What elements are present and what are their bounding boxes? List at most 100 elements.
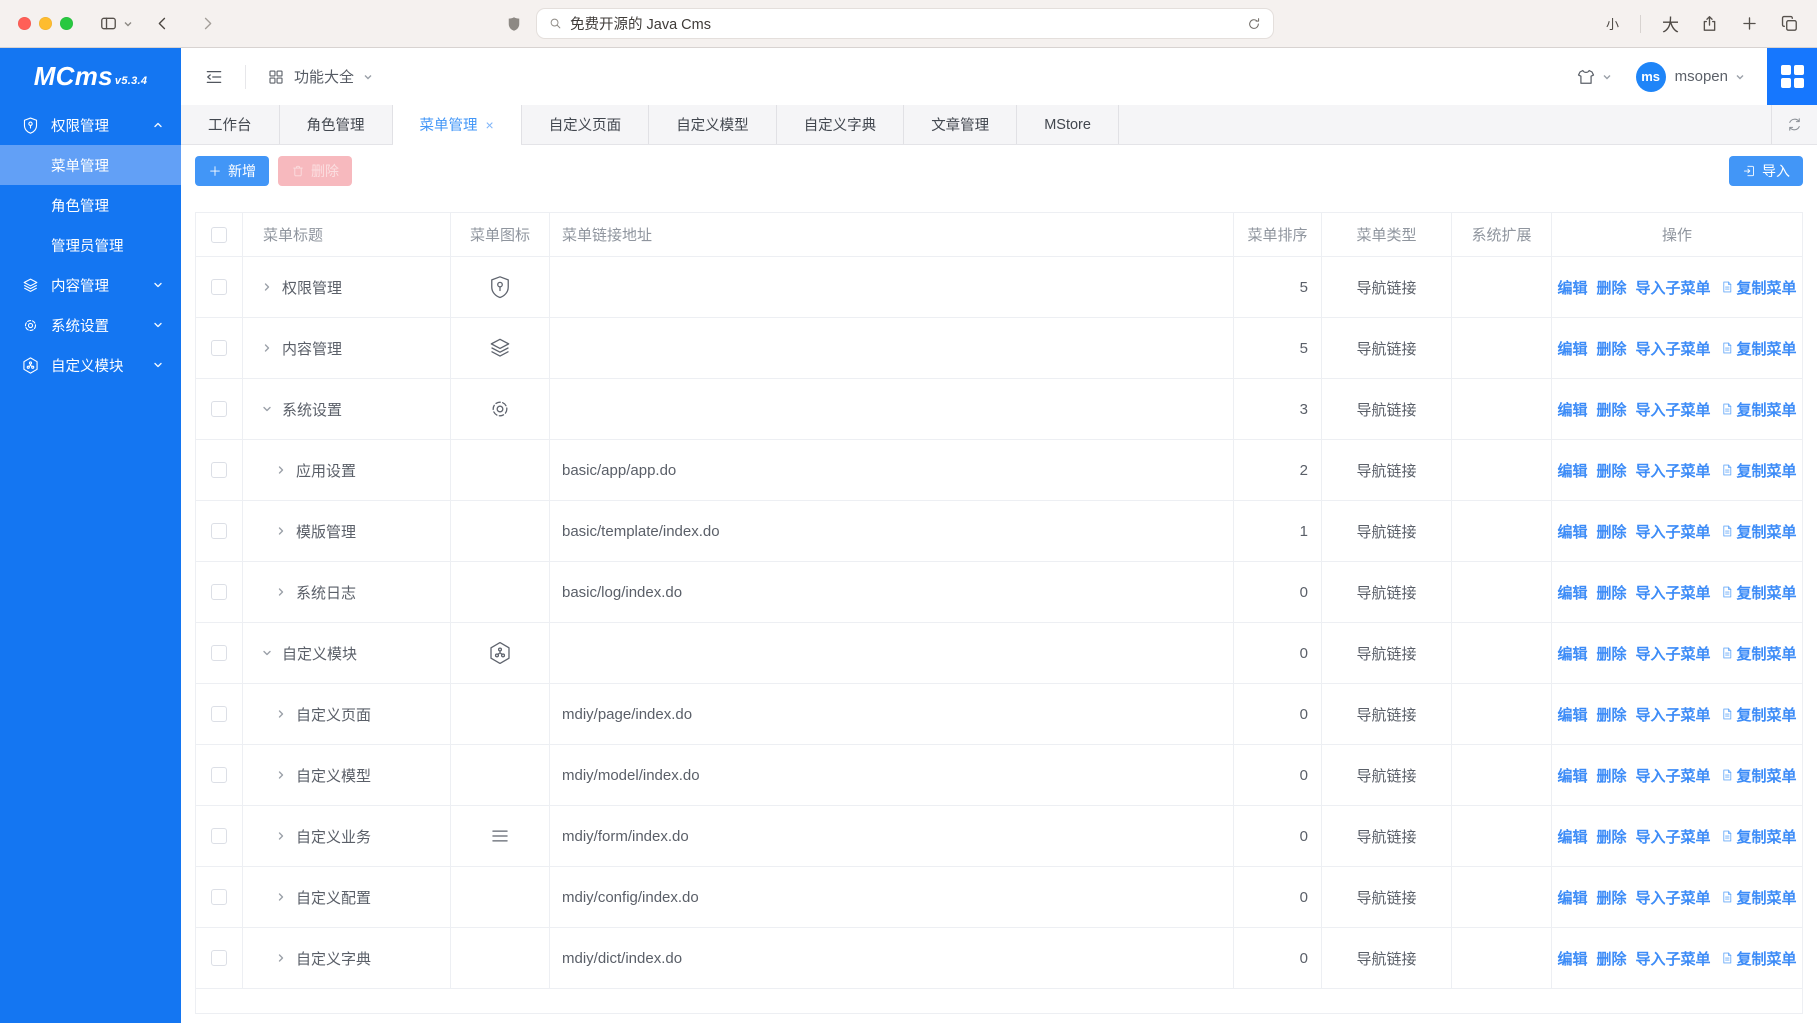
close-icon[interactable]: × bbox=[486, 118, 494, 132]
chevron-right-icon[interactable] bbox=[276, 831, 286, 841]
edit-link[interactable]: 编辑 bbox=[1557, 521, 1587, 542]
copy-menu-link[interactable]: 复制菜单 bbox=[1720, 887, 1797, 908]
edit-link[interactable]: 编辑 bbox=[1557, 643, 1587, 664]
copy-menu-link[interactable]: 复制菜单 bbox=[1720, 948, 1797, 969]
edit-link[interactable]: 编辑 bbox=[1557, 704, 1587, 725]
copy-menu-link[interactable]: 复制菜单 bbox=[1720, 460, 1797, 481]
user-menu[interactable]: msopen bbox=[1675, 68, 1745, 85]
sidebar-item-role-management[interactable]: 角色管理 bbox=[0, 185, 181, 225]
import-submenu-link[interactable]: 导入子菜单 bbox=[1636, 399, 1711, 420]
delete-link[interactable]: 删除 bbox=[1596, 399, 1626, 420]
copy-menu-link[interactable]: 复制菜单 bbox=[1720, 826, 1797, 847]
delete-button[interactable]: 删除 bbox=[278, 156, 352, 186]
delete-link[interactable]: 删除 bbox=[1596, 521, 1626, 542]
chevron-right-icon[interactable] bbox=[276, 770, 286, 780]
sidebar-item-admin-management[interactable]: 管理员管理 bbox=[0, 225, 181, 265]
import-submenu-link[interactable]: 导入子菜单 bbox=[1636, 887, 1711, 908]
row-checkbox[interactable] bbox=[196, 623, 243, 684]
delete-link[interactable]: 删除 bbox=[1596, 643, 1626, 664]
edit-link[interactable]: 编辑 bbox=[1557, 826, 1587, 847]
delete-link[interactable]: 删除 bbox=[1596, 582, 1626, 603]
row-checkbox[interactable] bbox=[196, 257, 243, 318]
import-submenu-link[interactable]: 导入子菜单 bbox=[1636, 582, 1711, 603]
tab-role-management[interactable]: 角色管理 bbox=[280, 105, 393, 144]
apps-grid-button[interactable] bbox=[1767, 48, 1817, 105]
delete-link[interactable]: 删除 bbox=[1596, 826, 1626, 847]
tab-custom-model[interactable]: 自定义模型 bbox=[649, 105, 777, 144]
menu-fold-icon[interactable] bbox=[204, 67, 224, 87]
edit-link[interactable]: 编辑 bbox=[1557, 460, 1587, 481]
chevron-right-icon[interactable] bbox=[276, 892, 286, 902]
row-checkbox[interactable] bbox=[196, 867, 243, 928]
theme-switcher[interactable] bbox=[1576, 67, 1612, 87]
row-checkbox[interactable] bbox=[196, 928, 243, 989]
app-menu[interactable]: 功能大全 bbox=[267, 66, 373, 87]
tab-custom-dict[interactable]: 自定义字典 bbox=[777, 105, 905, 144]
text-smaller-button[interactable]: 小 bbox=[1606, 14, 1619, 33]
import-button[interactable]: 导入 bbox=[1729, 156, 1803, 186]
edit-link[interactable]: 编辑 bbox=[1557, 887, 1587, 908]
tab-mstore[interactable]: MStore bbox=[1017, 105, 1119, 144]
sidebar-item-custom-module[interactable]: 自定义模块 bbox=[0, 345, 181, 385]
row-checkbox[interactable] bbox=[196, 562, 243, 623]
select-all-checkbox[interactable] bbox=[196, 213, 243, 257]
import-submenu-link[interactable]: 导入子菜单 bbox=[1636, 460, 1711, 481]
avatar[interactable]: ms bbox=[1636, 62, 1666, 92]
copy-menu-link[interactable]: 复制菜单 bbox=[1720, 277, 1797, 298]
delete-link[interactable]: 删除 bbox=[1596, 460, 1626, 481]
address-bar[interactable]: 免费开源的 Java Cms bbox=[536, 8, 1274, 39]
import-submenu-link[interactable]: 导入子菜单 bbox=[1636, 826, 1711, 847]
sidebar-item-permission-management[interactable]: 权限管理 bbox=[0, 105, 181, 145]
copy-menu-link[interactable]: 复制菜单 bbox=[1720, 765, 1797, 786]
sidebar-item-content-management[interactable]: 内容管理 bbox=[0, 265, 181, 305]
edit-link[interactable]: 编辑 bbox=[1557, 582, 1587, 603]
tab-workbench[interactable]: 工作台 bbox=[181, 105, 280, 144]
delete-link[interactable]: 删除 bbox=[1596, 948, 1626, 969]
row-checkbox[interactable] bbox=[196, 440, 243, 501]
import-submenu-link[interactable]: 导入子菜单 bbox=[1636, 765, 1711, 786]
copy-menu-link[interactable]: 复制菜单 bbox=[1720, 338, 1797, 359]
tab-overview-icon[interactable] bbox=[1780, 14, 1799, 33]
zoom-window-button[interactable] bbox=[60, 17, 73, 30]
minimize-window-button[interactable] bbox=[39, 17, 52, 30]
close-window-button[interactable] bbox=[18, 17, 31, 30]
copy-menu-link[interactable]: 复制菜单 bbox=[1720, 521, 1797, 542]
share-icon[interactable] bbox=[1700, 14, 1719, 33]
import-submenu-link[interactable]: 导入子菜单 bbox=[1636, 643, 1711, 664]
delete-link[interactable]: 删除 bbox=[1596, 704, 1626, 725]
tab-custom-page[interactable]: 自定义页面 bbox=[522, 105, 650, 144]
reload-icon[interactable] bbox=[1246, 16, 1262, 32]
new-tab-icon[interactable] bbox=[1740, 14, 1759, 33]
chevron-right-icon[interactable] bbox=[276, 526, 286, 536]
row-checkbox[interactable] bbox=[196, 318, 243, 379]
delete-link[interactable]: 删除 bbox=[1596, 338, 1626, 359]
refresh-tab-button[interactable] bbox=[1771, 105, 1817, 144]
row-checkbox[interactable] bbox=[196, 379, 243, 440]
import-submenu-link[interactable]: 导入子菜单 bbox=[1636, 338, 1711, 359]
delete-link[interactable]: 删除 bbox=[1596, 887, 1626, 908]
import-submenu-link[interactable]: 导入子菜单 bbox=[1636, 948, 1711, 969]
edit-link[interactable]: 编辑 bbox=[1557, 948, 1587, 969]
row-checkbox[interactable] bbox=[196, 806, 243, 867]
edit-link[interactable]: 编辑 bbox=[1557, 765, 1587, 786]
chevron-right-icon[interactable] bbox=[262, 343, 272, 353]
sidebar-item-menu-management[interactable]: 菜单管理 bbox=[0, 145, 181, 185]
chevron-down-icon[interactable] bbox=[123, 19, 133, 29]
tab-menu-management[interactable]: 菜单管理× bbox=[393, 105, 522, 144]
tab-article-management[interactable]: 文章管理 bbox=[904, 105, 1017, 144]
chevron-right-icon[interactable] bbox=[276, 465, 286, 475]
copy-menu-link[interactable]: 复制菜单 bbox=[1720, 643, 1797, 664]
chevron-down-icon[interactable] bbox=[262, 648, 272, 658]
back-button[interactable] bbox=[153, 14, 172, 33]
copy-menu-link[interactable]: 复制菜单 bbox=[1720, 399, 1797, 420]
import-submenu-link[interactable]: 导入子菜单 bbox=[1636, 521, 1711, 542]
import-submenu-link[interactable]: 导入子菜单 bbox=[1636, 277, 1711, 298]
sidebar-toggle-icon[interactable] bbox=[99, 14, 118, 33]
chevron-right-icon[interactable] bbox=[276, 587, 286, 597]
copy-menu-link[interactable]: 复制菜单 bbox=[1720, 582, 1797, 603]
delete-link[interactable]: 删除 bbox=[1596, 765, 1626, 786]
edit-link[interactable]: 编辑 bbox=[1557, 399, 1587, 420]
row-checkbox[interactable] bbox=[196, 684, 243, 745]
delete-link[interactable]: 删除 bbox=[1596, 277, 1626, 298]
sidebar-item-system-settings[interactable]: 系统设置 bbox=[0, 305, 181, 345]
